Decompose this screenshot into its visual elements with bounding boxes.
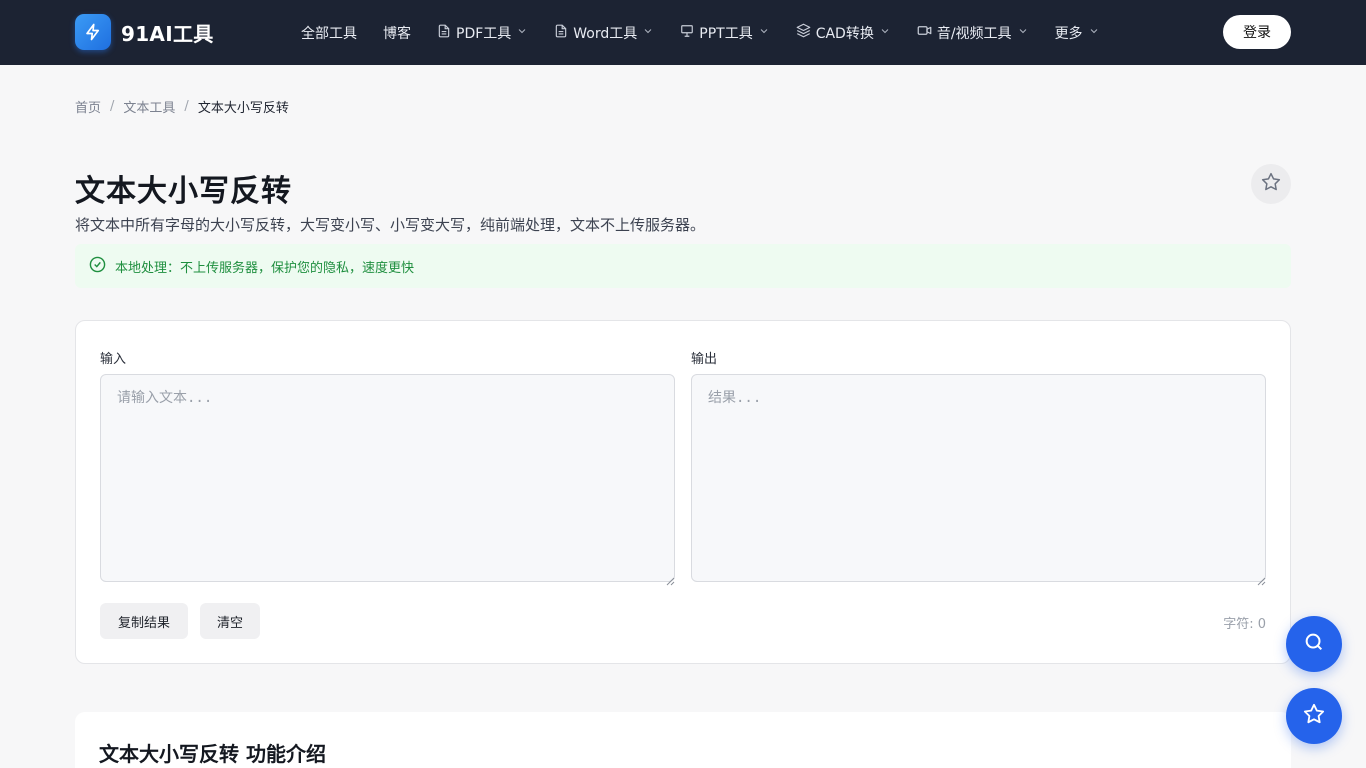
output-label: 输出 <box>691 352 718 367</box>
nav-all-tools[interactable]: 全部工具 <box>301 23 357 43</box>
file-icon <box>437 24 451 42</box>
top-navbar: 91AI工具 全部工具 博客 PDF工具 Word工具 PPT工具 CAD转换 <box>0 0 1366 65</box>
brand[interactable]: 91AI工具 <box>75 14 214 50</box>
chevron-down-icon <box>1088 25 1100 41</box>
intro-title: 文本大小写反转 功能介绍 <box>99 742 326 766</box>
nav-label: 更多 <box>1054 25 1083 42</box>
breadcrumb-home[interactable]: 首页 <box>75 97 101 116</box>
brand-name: 91AI工具 <box>121 21 214 46</box>
star-icon <box>1303 703 1325 729</box>
nav-blog[interactable]: 博客 <box>383 23 411 43</box>
main-nav: 全部工具 博客 PDF工具 Word工具 PPT工具 CAD转换 音/视频工具 <box>301 0 1126 65</box>
page-title: 文本大小写反转 <box>75 174 292 209</box>
nav-label: Word工具 <box>573 25 638 42</box>
nav-label: 全部工具 <box>301 25 357 42</box>
breadcrumb: 首页 / 文本工具 / 文本大小写反转 <box>75 97 289 116</box>
char-count: 字符: 0 <box>1223 617 1266 632</box>
notice-text: 本地处理：不上传服务器，保护您的隐私，速度更快 <box>115 260 415 276</box>
breadcrumb-separator: / <box>184 99 189 114</box>
login-button[interactable]: 登录 <box>1223 15 1291 49</box>
intro-section: 文本大小写反转 功能介绍 <box>75 712 1291 768</box>
nav-label: PDF工具 <box>456 25 512 42</box>
nav-label: 音/视频工具 <box>936 25 1012 42</box>
breadcrumb-current: 文本大小写反转 <box>197 101 289 116</box>
nav-av-tools[interactable]: 音/视频工具 <box>917 23 1029 43</box>
chevron-down-icon <box>879 25 891 41</box>
favorite-button[interactable] <box>1251 164 1291 204</box>
resize-handle-icon[interactable] <box>1256 571 1266 586</box>
nav-label: PPT工具 <box>699 25 753 42</box>
nav-word-tools[interactable]: Word工具 <box>554 23 654 43</box>
input-textarea[interactable] <box>100 374 675 582</box>
page-description: 将文本中所有字母的大小写反转，大写变小写、小写变大写，纯前端处理，文本不上传服务… <box>75 216 706 234</box>
tool-panel: 输入 输出 复制结果 清空 字符: 0 <box>75 320 1291 664</box>
check-circle-icon <box>89 256 106 277</box>
output-textarea[interactable] <box>691 374 1266 582</box>
search-fab-button[interactable] <box>1286 616 1342 672</box>
chevron-down-icon <box>758 25 770 41</box>
copy-result-button[interactable]: 复制结果 <box>100 603 188 639</box>
breadcrumb-separator: / <box>110 99 115 114</box>
nav-pdf-tools[interactable]: PDF工具 <box>437 23 528 43</box>
nav-more[interactable]: 更多 <box>1055 23 1100 43</box>
resize-handle-icon[interactable] <box>665 571 675 586</box>
breadcrumb-text-tools[interactable]: 文本工具 <box>123 97 175 116</box>
chevron-down-icon <box>516 25 528 41</box>
nav-cad-convert[interactable]: CAD转换 <box>796 23 891 43</box>
chevron-down-icon <box>1017 25 1029 41</box>
star-icon <box>1261 172 1281 196</box>
nav-ppt-tools[interactable]: PPT工具 <box>680 23 769 43</box>
lightning-logo-icon <box>75 14 111 50</box>
input-label: 输入 <box>100 352 127 367</box>
nav-label: CAD转换 <box>815 25 874 42</box>
clear-button[interactable]: 清空 <box>200 603 260 639</box>
presentation-icon <box>680 24 694 42</box>
layers-icon <box>796 23 811 42</box>
favorites-fab-button[interactable] <box>1286 688 1342 744</box>
file-icon <box>554 24 568 42</box>
chevron-down-icon <box>642 25 654 41</box>
nav-label: 博客 <box>383 25 411 42</box>
search-icon <box>1303 631 1325 657</box>
video-icon <box>917 23 932 42</box>
local-processing-notice: 本地处理：不上传服务器，保护您的隐私，速度更快 <box>75 244 1291 288</box>
